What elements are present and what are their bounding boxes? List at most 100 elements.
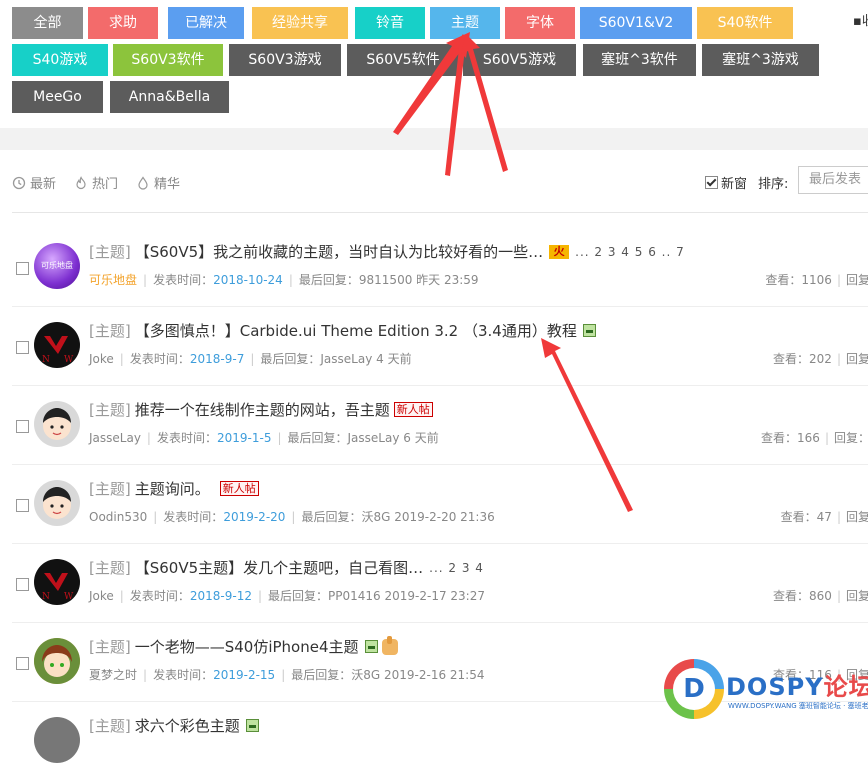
tag-solved[interactable]: 已解决 bbox=[168, 7, 244, 39]
filter-hot-label: 热门 bbox=[92, 177, 119, 192]
row-title-line: [主题] 推荐一个在线制作主题的网站，吾主题 新人帖 bbox=[89, 399, 433, 420]
row-title[interactable]: 【S60V5】我之前收藏的主题，当时自认为比较好看的一些… bbox=[135, 241, 543, 262]
avatar[interactable] bbox=[34, 480, 80, 526]
new-window-label: 新窗 bbox=[721, 177, 748, 192]
row-category[interactable]: [主题] bbox=[89, 636, 131, 657]
tag-experience[interactable]: 经验共享 bbox=[252, 7, 348, 39]
category-tag-bar: 全部 求助 已解决 经验共享 铃音 主题 字体 S60V1&V2 S40软件 ▪… bbox=[0, 0, 868, 128]
row-title[interactable]: 求六个彩色主题 bbox=[135, 715, 240, 736]
row-title[interactable]: 一个老物——S40仿iPhone4主题 bbox=[135, 636, 359, 657]
tag-symbian3-games[interactable]: 塞班^3游戏 bbox=[702, 44, 819, 76]
filter-hot[interactable]: 热门 bbox=[74, 173, 118, 192]
row-checkbox[interactable] bbox=[16, 262, 29, 275]
drop-icon bbox=[138, 175, 148, 190]
row-title-line: [主题] 【多图慎点！】Carbide.ui Theme Edition 3.2… bbox=[89, 320, 596, 341]
row-last[interactable]: JasseLay 6 天前 bbox=[348, 431, 439, 445]
row-author[interactable]: Joke bbox=[89, 589, 114, 603]
row-category[interactable]: [主题] bbox=[89, 241, 131, 262]
row-meta: Oodin530 | 发表时间：2019-2-20 | 最后回复：沃8G 2019-2-… bbox=[89, 510, 495, 524]
row-author[interactable]: JasseLay bbox=[89, 431, 141, 445]
row-title[interactable]: 主题询问。 bbox=[135, 478, 210, 499]
sort-label: 排序: bbox=[758, 177, 789, 192]
row-last[interactable]: JasseLay 4 天前 bbox=[320, 352, 411, 366]
filter-digest-label: 精华 bbox=[154, 177, 181, 192]
eva-logo-icon: NW bbox=[42, 573, 74, 602]
row-checkbox[interactable] bbox=[16, 657, 29, 670]
avatar[interactable] bbox=[34, 717, 80, 763]
tag-symbian3-software[interactable]: 塞班^3软件 bbox=[583, 44, 696, 76]
row-replies: 回复 bbox=[845, 352, 868, 366]
sort-select[interactable]: 最后发表 bbox=[798, 166, 868, 194]
tag-anna-bella[interactable]: Anna&Bella bbox=[110, 81, 229, 113]
logo-wordmark: DOSPY论坛 bbox=[726, 667, 868, 702]
row-title[interactable]: 【S60V5主题】发几个主题吧，自己看图… bbox=[135, 557, 423, 578]
tag-theme[interactable]: 主题 bbox=[430, 7, 500, 39]
filter-digest[interactable]: 精华 bbox=[136, 173, 180, 192]
avatar[interactable]: NW bbox=[34, 322, 80, 368]
filter-latest[interactable]: 最新 bbox=[12, 173, 56, 192]
default-avatar-icon bbox=[43, 487, 71, 519]
row-category[interactable]: [主题] bbox=[89, 478, 131, 499]
row-checkbox[interactable] bbox=[16, 578, 29, 591]
avatar[interactable] bbox=[34, 401, 80, 447]
tag-s60v3-games[interactable]: S60V3游戏 bbox=[229, 44, 341, 76]
logo-word-cn: 论坛 bbox=[823, 673, 868, 701]
tag-s60v5-software[interactable]: S60V5软件 bbox=[347, 44, 459, 76]
tag-help[interactable]: 求助 bbox=[88, 7, 158, 39]
tag-meego[interactable]: MeeGo bbox=[12, 81, 103, 113]
row-author[interactable]: 夏梦之时 bbox=[89, 668, 137, 682]
row-checkbox[interactable] bbox=[16, 420, 29, 433]
row-pages[interactable]: ... 2 3 4 bbox=[429, 561, 484, 575]
row-posted-label: 发表时间： bbox=[129, 352, 190, 366]
row-category[interactable]: [主题] bbox=[89, 399, 131, 420]
row-views: 查看：47 bbox=[780, 510, 832, 524]
new-window-checkbox[interactable] bbox=[705, 176, 718, 189]
tag-font[interactable]: 字体 bbox=[505, 7, 575, 39]
svg-text:N: N bbox=[42, 592, 50, 602]
collect-toggle[interactable]: ▪收 bbox=[853, 10, 868, 29]
row-views: 查看：202 bbox=[773, 352, 832, 366]
row-stats: 查看：47 | 回复 bbox=[780, 510, 868, 524]
avatar[interactable]: 可乐地盘 bbox=[34, 243, 80, 289]
svg-text:W: W bbox=[64, 355, 74, 365]
logo-word: DOSPY bbox=[726, 673, 824, 701]
tag-s40-software[interactable]: S40软件 bbox=[697, 7, 793, 39]
row-last[interactable]: 沃8G 2019-2-16 21:54 bbox=[351, 668, 484, 682]
row-title[interactable]: 推荐一个在线制作主题的网站，吾主题 bbox=[135, 399, 390, 420]
row-checkbox[interactable] bbox=[16, 499, 29, 512]
row-replies: 回复 bbox=[845, 273, 868, 287]
tag-s60v3-software[interactable]: S60V3软件 bbox=[113, 44, 223, 76]
row-last-label: 最后回复： bbox=[268, 589, 329, 603]
avatar[interactable]: NW bbox=[34, 559, 80, 605]
row-pages[interactable]: ... 2 3 4 5 6 .. 7 bbox=[575, 245, 685, 259]
row-category[interactable]: [主题] bbox=[89, 320, 131, 341]
filter-latest-label: 最新 bbox=[30, 177, 57, 192]
row-posted: 2018-9-12 bbox=[189, 589, 252, 603]
row-last[interactable]: 沃8G 2019-2-20 21:36 bbox=[361, 510, 494, 524]
row-author[interactable]: Oodin530 bbox=[89, 510, 147, 524]
row-author[interactable]: Joke bbox=[89, 352, 114, 366]
row-views: 查看：166 bbox=[761, 431, 820, 445]
row-category[interactable]: [主题] bbox=[89, 557, 131, 578]
row-category[interactable]: [主题] bbox=[89, 715, 131, 736]
hot-icon: 火 bbox=[549, 244, 570, 259]
tag-all[interactable]: 全部 bbox=[12, 7, 83, 39]
tag-ringtone[interactable]: 铃音 bbox=[355, 7, 425, 39]
row-last-label: 最后回复： bbox=[291, 668, 352, 682]
tag-s60v1v2[interactable]: S60V1&V2 bbox=[580, 7, 692, 39]
list-top-border bbox=[12, 212, 868, 213]
anime-avatar-icon bbox=[34, 638, 80, 684]
row-views: 查看：1106 bbox=[765, 273, 832, 287]
tag-s60v5-games[interactable]: S60V5游戏 bbox=[463, 44, 576, 76]
row-title[interactable]: 【多图慎点！】Carbide.ui Theme Edition 3.2 （3.4… bbox=[135, 320, 577, 341]
logo-mark-letter: D bbox=[673, 668, 715, 710]
new-user-badge: 新人帖 bbox=[219, 481, 259, 496]
row-author[interactable]: 可乐地盘 bbox=[89, 273, 137, 287]
tag-s40-games[interactable]: S40游戏 bbox=[12, 44, 108, 76]
row-last[interactable]: PP01416 2019-2-17 23:27 bbox=[328, 589, 485, 603]
avatar[interactable] bbox=[34, 638, 80, 684]
new-window-toggle[interactable]: 新窗 bbox=[705, 173, 747, 192]
row-checkbox[interactable] bbox=[16, 341, 29, 354]
row-posted: 2018-9-7 bbox=[189, 352, 245, 366]
row-last[interactable]: 9811500 昨天 23:59 bbox=[359, 273, 479, 287]
